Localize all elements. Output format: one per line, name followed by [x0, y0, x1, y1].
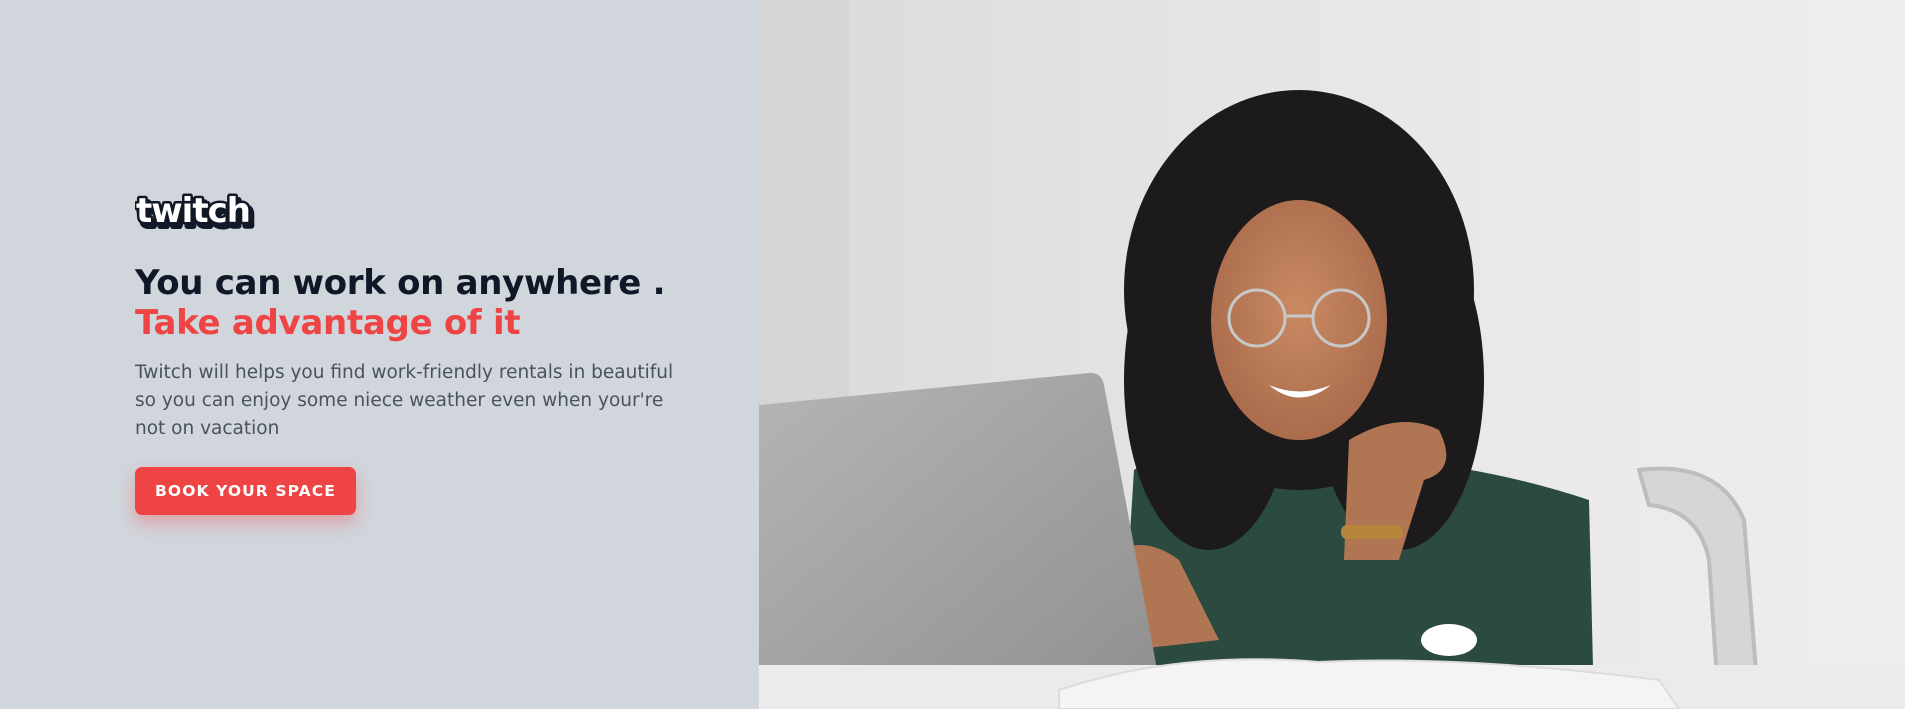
hero-heading-line1: You can work on anywhere .	[135, 263, 666, 303]
hero-image-panel	[759, 0, 1905, 709]
hero-description: Twitch will helps you find work-friendly…	[135, 362, 674, 439]
hero-text-panel: twitch twitch twitch You can work on any…	[0, 0, 759, 709]
hero-heading: You can work on anywhere . Take advantag…	[135, 263, 695, 343]
landing-page: twitch twitch twitch You can work on any…	[0, 0, 1905, 709]
book-your-space-button[interactable]: BOOK YOUR SPACE	[135, 467, 356, 515]
svg-text:twitch: twitch	[136, 191, 250, 231]
hero-heading-accent: Take advantage of it	[135, 303, 521, 343]
woman-with-laptop-photo	[759, 0, 1905, 709]
twitch-logo: twitch twitch twitch	[135, 190, 257, 233]
hero-content: twitch twitch twitch You can work on any…	[135, 190, 695, 515]
